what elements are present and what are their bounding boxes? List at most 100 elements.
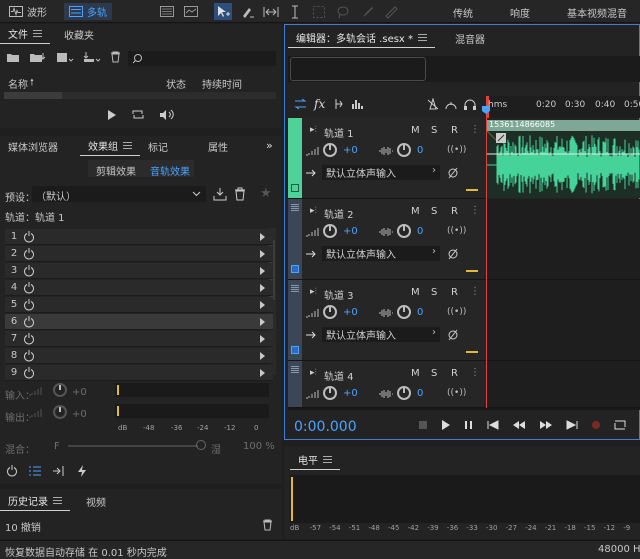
- record-icon[interactable]: [591, 420, 601, 430]
- track-input-select[interactable]: 默认立体声输入: [322, 165, 440, 180]
- track-input-select[interactable]: 默认立体声输入: [322, 246, 440, 261]
- tab-mixer[interactable]: 混音器: [447, 28, 493, 48]
- effect-slot[interactable]: 5: [5, 297, 273, 313]
- slot-menu-arrow-icon[interactable]: [260, 300, 265, 309]
- track-name[interactable]: 轨道 1: [324, 125, 354, 140]
- power-icon[interactable]: [23, 281, 35, 294]
- track-more-icon[interactable]: ⋮: [470, 205, 480, 216]
- open-folder-icon[interactable]: [6, 51, 20, 63]
- subtab-track-effects[interactable]: 音轨效果: [150, 163, 190, 178]
- track-mute-button[interactable]: M: [411, 125, 420, 136]
- tab-media-browser[interactable]: 媒体浏览器: [0, 136, 66, 156]
- workspace-traditional[interactable]: 传统: [453, 5, 473, 20]
- phase-invert-icon[interactable]: [447, 167, 459, 179]
- tab-video[interactable]: 视频: [78, 491, 114, 511]
- track-lane[interactable]: [486, 280, 640, 361]
- stop-icon[interactable]: [418, 420, 428, 430]
- track-name[interactable]: 轨道 4: [324, 368, 354, 383]
- tab-favorites[interactable]: 收藏夹: [56, 24, 102, 44]
- go-to-start-icon[interactable]: [487, 420, 499, 430]
- pan-knob[interactable]: [397, 224, 411, 238]
- spectral-view-button[interactable]: [158, 3, 176, 20]
- time-ruler[interactable]: [486, 96, 640, 118]
- move-tool[interactable]: [214, 3, 232, 20]
- tab-files[interactable]: 文件: [0, 24, 50, 44]
- stereo-width-icon[interactable]: ((•)): [447, 226, 466, 236]
- power-icon[interactable]: [23, 298, 35, 311]
- import-icon[interactable]: [29, 51, 47, 63]
- track-mute-button[interactable]: M: [411, 206, 420, 217]
- mix-slider[interactable]: [68, 445, 198, 447]
- effect-slot[interactable]: 2: [5, 246, 273, 262]
- column-duration[interactable]: 持续时间: [202, 76, 242, 91]
- pan-knob[interactable]: [397, 386, 411, 400]
- effect-slot[interactable]: 6: [5, 314, 273, 330]
- track-record-button[interactable]: R: [451, 125, 458, 136]
- delete-preset-icon[interactable]: [234, 187, 246, 201]
- timecode-display[interactable]: 0:00.000: [294, 419, 357, 435]
- pan-value[interactable]: 0: [417, 388, 423, 399]
- track-lane[interactable]: [486, 361, 640, 408]
- subtab-clip-effects[interactable]: 剪辑效果: [96, 163, 136, 178]
- track-solo-button[interactable]: S: [431, 287, 437, 298]
- trash-icon[interactable]: [110, 51, 121, 63]
- pan-value[interactable]: 0: [417, 226, 423, 237]
- power-icon[interactable]: [23, 247, 35, 260]
- slot-menu-arrow-icon[interactable]: [260, 351, 265, 360]
- volume-knob[interactable]: [323, 224, 337, 238]
- sends-icon[interactable]: [332, 98, 344, 110]
- effect-slot[interactable]: 9: [5, 365, 273, 381]
- track-mute-button[interactable]: M: [411, 368, 420, 379]
- power-icon[interactable]: [23, 315, 35, 328]
- workspace-basic-video-mix[interactable]: 基本视频混音: [567, 5, 627, 20]
- stereo-width-icon[interactable]: ((•)): [447, 145, 466, 155]
- pause-icon[interactable]: [464, 420, 474, 430]
- eq-icon[interactable]: [351, 98, 364, 110]
- effect-slot-selector[interactable]: [39, 366, 256, 380]
- new-file-icon[interactable]: [56, 51, 74, 63]
- effect-slot-selector[interactable]: [39, 298, 256, 312]
- bolt-icon[interactable]: [76, 465, 88, 477]
- track-record-button[interactable]: R: [451, 287, 458, 298]
- favorite-star-icon[interactable]: ★: [260, 186, 272, 201]
- panel-menu-icon[interactable]: [418, 34, 428, 41]
- files-scrollbar[interactable]: [4, 92, 276, 99]
- list-icon[interactable]: [28, 465, 42, 477]
- input-gain-knob[interactable]: [53, 383, 67, 397]
- slot-menu-arrow-icon[interactable]: [260, 232, 265, 241]
- punch-icon[interactable]: [444, 98, 458, 110]
- slip-tool[interactable]: [262, 3, 280, 20]
- effect-slot[interactable]: 8: [5, 348, 273, 364]
- track-record-button[interactable]: R: [451, 206, 458, 217]
- effect-slot-selector[interactable]: [39, 247, 256, 261]
- track-record-button[interactable]: R: [451, 368, 458, 379]
- track-grip-icon[interactable]: [291, 203, 299, 211]
- time-selection-tool[interactable]: [286, 3, 304, 20]
- slot-menu-arrow-icon[interactable]: [260, 283, 265, 292]
- effect-slot-selector[interactable]: [39, 332, 256, 346]
- waveform-view-button[interactable]: 波形: [4, 3, 52, 20]
- track-input-select[interactable]: 默认立体声输入: [322, 327, 440, 342]
- panel-menu-icon[interactable]: [323, 456, 332, 463]
- loop-playback-icon[interactable]: [614, 420, 626, 430]
- track-solo-button[interactable]: S: [431, 125, 437, 136]
- power-icon[interactable]: [23, 332, 35, 345]
- track-more-icon[interactable]: ⋮: [470, 367, 480, 378]
- pan-knob[interactable]: [397, 143, 411, 157]
- track-more-icon[interactable]: ⋮: [470, 124, 480, 135]
- phase-invert-icon[interactable]: [447, 329, 459, 341]
- slot-menu-arrow-icon[interactable]: [260, 317, 265, 326]
- pitch-view-button[interactable]: [182, 3, 200, 20]
- pan-value[interactable]: 0: [417, 307, 423, 318]
- effect-slot-selector[interactable]: [39, 281, 256, 295]
- razor-tool[interactable]: [238, 3, 256, 20]
- trash-icon[interactable]: [262, 519, 273, 531]
- audio-clip[interactable]: [487, 120, 640, 198]
- loop-icon[interactable]: [131, 109, 145, 120]
- preset-dropdown[interactable]: （默认）: [32, 186, 206, 203]
- track-name[interactable]: 轨道 3: [324, 287, 354, 302]
- playhead-marker-icon[interactable]: [481, 105, 491, 115]
- volume-value[interactable]: +0: [343, 145, 358, 156]
- workspace-loudness[interactable]: 响度: [510, 5, 530, 20]
- multitrack-view-button[interactable]: 多轨: [64, 3, 112, 20]
